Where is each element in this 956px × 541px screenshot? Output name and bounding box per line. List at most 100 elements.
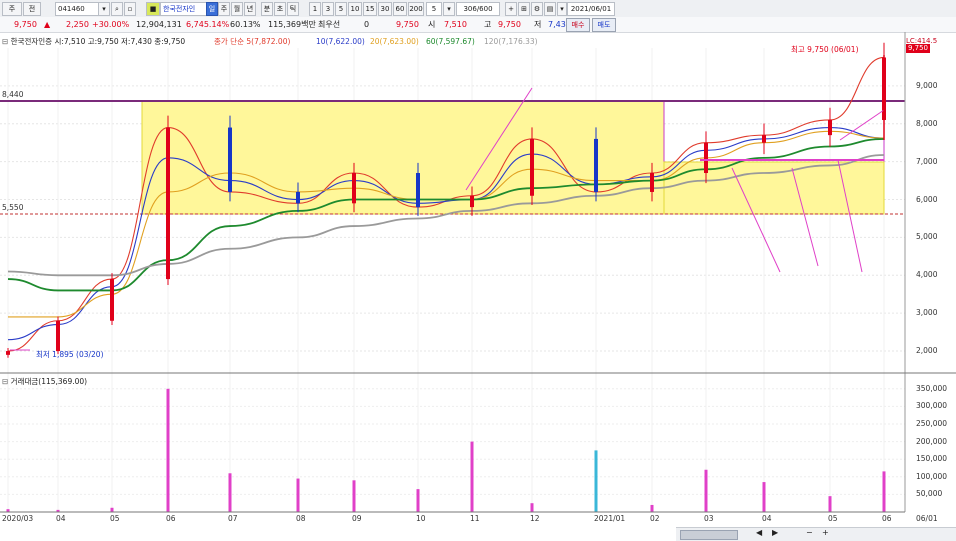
trend-line [837, 159, 863, 273]
zoom-in-icon[interactable]: + [822, 528, 829, 537]
candle-body [470, 195, 474, 208]
zoom-icon[interactable]: ⊞ [518, 2, 530, 16]
ma-line-120 [7, 154, 885, 277]
volume-bar [530, 503, 534, 512]
volume-legend: ⊟ 거래대금(115,369.00) [2, 376, 87, 387]
candle-body [296, 191, 300, 204]
interval-1-button[interactable]: 1 [309, 2, 321, 16]
volume-bar [6, 509, 10, 512]
level-upper-label: 8,440 [2, 90, 24, 99]
x-tick-label: 10 [416, 514, 426, 523]
trend-line [839, 109, 885, 141]
volume-bar [228, 473, 232, 512]
candle-body [6, 351, 10, 355]
up-arrow-icon: ▲ [44, 20, 51, 29]
ma-line-20 [8, 130, 885, 318]
chart-grid [0, 48, 905, 512]
date-dropdown-icon[interactable]: ▾ [557, 2, 567, 16]
period-minute-button[interactable]: 분 [261, 2, 273, 16]
turnover-pct: 60.13% [230, 20, 261, 29]
search-icon[interactable]: ⌕ [111, 2, 123, 16]
period-second-button[interactable]: 초 [274, 2, 286, 16]
menu-dropdown[interactable]: 주 [2, 2, 22, 16]
price-tick-label: 2,000 [916, 346, 938, 356]
interval-10-button[interactable]: 10 [348, 2, 362, 16]
scroll-thumb[interactable] [680, 530, 738, 540]
candle-body [882, 57, 886, 120]
low-note: 최저 1,895 (03/20) [36, 350, 104, 359]
interval-15-button[interactable]: 15 [363, 2, 377, 16]
price-change: 2,250 [66, 20, 89, 29]
level-lower-label: 5,550 [2, 203, 24, 212]
volume-bar [470, 441, 474, 512]
scroll-right-icon[interactable]: ▶ [772, 528, 778, 537]
trend-drawings [10, 55, 885, 351]
open-value: 7,510 [444, 20, 467, 29]
lock-icon[interactable]: ▫ [124, 2, 136, 16]
volume-tick-label: 150,000 [916, 454, 948, 464]
x-tick-label: 12 [530, 514, 540, 523]
ma5-legend: 종가 단순 5(7,872.00) [214, 37, 291, 46]
code-dropdown-icon[interactable]: ▾ [98, 2, 110, 16]
candle-body [704, 142, 708, 174]
volume-tick-label: 300,000 [916, 401, 948, 411]
count-dropdown-icon[interactable]: ▾ [443, 2, 455, 16]
count-input[interactable]: 5 [426, 2, 442, 16]
ma-line-10 [7, 127, 885, 341]
high-note: 최고 9,750 (06/01) [791, 45, 859, 54]
volume-bar [296, 478, 300, 512]
period-year-button[interactable]: 년 [244, 2, 256, 16]
print-icon[interactable]: ▤ [544, 2, 556, 16]
trend-line [465, 87, 533, 191]
volume-collapse-icon[interactable]: ⊟ [2, 377, 11, 386]
crosshair-icon[interactable]: + [505, 2, 517, 16]
ma60-legend: 60(7,597.67) [426, 37, 475, 46]
x-tick-label: 07 [228, 514, 238, 523]
x-tick-label: 2021/01 [594, 514, 626, 523]
favorite-icon[interactable]: ■ [146, 2, 160, 16]
interval-200-button[interactable]: 200 [408, 2, 424, 16]
volume-bar [762, 482, 766, 512]
price-chart [0, 32, 956, 513]
candle-body [762, 135, 766, 143]
interval-30-button[interactable]: 30 [378, 2, 392, 16]
low-label: 저 [534, 20, 542, 29]
candle-body [828, 119, 832, 136]
stock-code-input[interactable]: 041460 [55, 2, 99, 16]
price-tick-label: 3,000 [916, 308, 938, 318]
mode-dropdown[interactable]: 전 [23, 2, 41, 16]
high-label: 고 [484, 20, 492, 29]
sell-button[interactable]: 매도 [592, 18, 616, 32]
price-tick-label: 6,000 [916, 194, 938, 204]
x-tick-label: 2020/03 [2, 514, 34, 523]
volume-bar [352, 480, 356, 512]
volume-bars [6, 388, 886, 512]
period-week-button[interactable]: 주 [218, 2, 230, 16]
interval-5-button[interactable]: 5 [335, 2, 347, 16]
volume-bar [56, 509, 60, 512]
period-day-button[interactable]: 일 [206, 2, 218, 16]
best-label: 최우선 [318, 20, 341, 29]
yellow-box-right [663, 161, 885, 215]
settings-icon[interactable]: ⚙ [531, 2, 543, 16]
period-month-button[interactable]: 월 [231, 2, 243, 16]
volume-bar [166, 388, 170, 512]
price-tick-label: 5,000 [916, 232, 938, 242]
candle-body [56, 320, 60, 352]
volume-bar [650, 504, 654, 512]
buy-button[interactable]: 매수 [566, 18, 590, 32]
price-tick-label: 4,000 [916, 270, 938, 280]
x-tick-label: 02 [650, 514, 660, 523]
date-input[interactable]: 2021/06/01 [567, 2, 615, 16]
interval-60-button[interactable]: 60 [393, 2, 407, 16]
x-tick-label: 03 [704, 514, 714, 523]
collapse-icon[interactable]: ⊟ [2, 37, 11, 46]
x-tick-label: 04 [762, 514, 772, 523]
ma120-legend: 120(7,176.33) [484, 37, 538, 46]
scroll-bar[interactable]: ◀ ▶ − + [676, 527, 956, 541]
interval-3-button[interactable]: 3 [322, 2, 334, 16]
zoom-out-icon[interactable]: − [806, 528, 813, 537]
scroll-left-icon[interactable]: ◀ [756, 528, 762, 537]
period-tick-button[interactable]: 틱 [287, 2, 299, 16]
trend-line [791, 167, 819, 267]
